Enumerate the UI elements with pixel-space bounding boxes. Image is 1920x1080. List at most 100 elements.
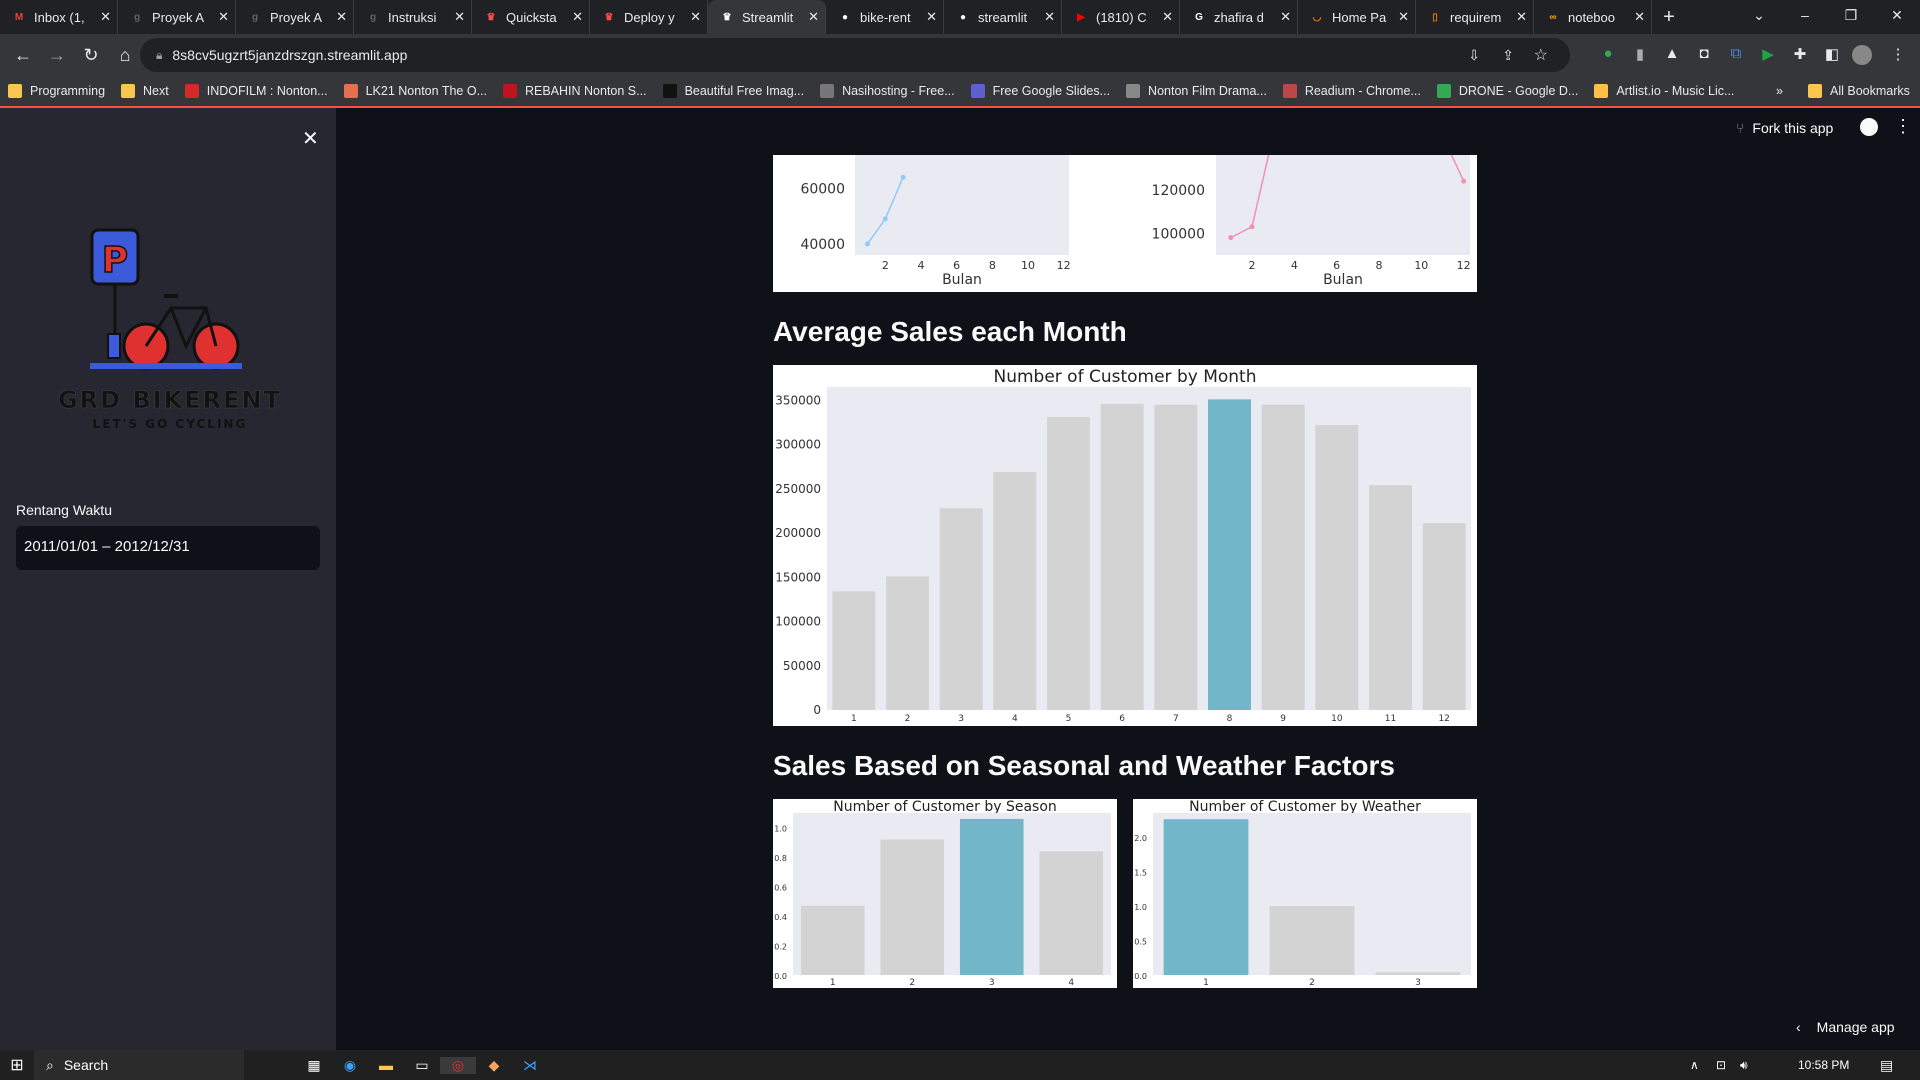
close-tab-icon[interactable]: ✕ (454, 9, 465, 25)
bookmark-item[interactable]: LK21 Nonton The O... (336, 84, 495, 98)
browser-tab[interactable]: ♛ Quicksta ✕ (472, 0, 590, 34)
taskbar-search[interactable]: ⌕ Search (34, 1050, 244, 1080)
bookmark-icon (1126, 84, 1141, 98)
back-icon[interactable]: ← (8, 45, 38, 66)
browser-menu-icon[interactable]: ⋮ (1888, 45, 1908, 65)
extensions-puzzle-icon[interactable]: ✚ (1790, 45, 1810, 65)
browser-tab[interactable]: g Proyek A ✕ (236, 0, 354, 34)
extension-icon[interactable]: ◘ (1694, 45, 1714, 65)
bookmark-item[interactable]: DRONE - Google D... (1429, 84, 1586, 98)
browser-tab-label: Home Pa (1332, 9, 1387, 25)
close-tab-icon[interactable]: ✕ (1280, 9, 1291, 25)
bookmark-item[interactable]: REBAHIN Nonton S... (495, 84, 655, 98)
browser-tab[interactable]: ▯ requirem ✕ (1416, 0, 1534, 34)
browser-tab[interactable]: M Inbox (1, ✕ (0, 0, 118, 34)
bookmark-item[interactable]: INDOFILM : Nonton... (177, 84, 336, 98)
share-icon[interactable]: ⇪ (1502, 47, 1514, 64)
fork-app-button[interactable]: ⑂ Fork this app (1736, 120, 1833, 136)
browser-tab[interactable]: ∞ noteboo ✕ (1534, 0, 1652, 34)
close-tab-icon[interactable]: ✕ (100, 9, 111, 25)
bookmark-item[interactable]: Next (113, 84, 177, 98)
home-icon: ◡ (1312, 11, 1322, 23)
close-tab-icon[interactable]: ✕ (1044, 9, 1055, 25)
close-window-icon[interactable]: ✕ (1874, 0, 1920, 34)
logo-subtitle: LET'S GO CYCLING (93, 417, 248, 431)
browser-tab[interactable]: Gzhafira d ✕ (1180, 0, 1298, 34)
tray-chevron-icon[interactable]: ∧ (1690, 1058, 1699, 1072)
bookmark-star-icon[interactable]: ☆ (1534, 45, 1548, 65)
new-tab-icon[interactable]: + (1652, 6, 1686, 29)
browser-tab[interactable]: g Instruksi ✕ (354, 0, 472, 34)
edge-icon[interactable]: ◉ (332, 1057, 368, 1074)
close-tab-icon[interactable]: ✕ (1162, 9, 1173, 25)
forward-icon[interactable]: → (42, 45, 72, 66)
close-tab-icon[interactable]: ✕ (1634, 9, 1645, 25)
tray-network-icon[interactable]: ⊡ (1716, 1058, 1726, 1072)
task-view-icon[interactable]: ▦ (296, 1057, 332, 1074)
close-tab-icon[interactable]: ✕ (1516, 9, 1527, 25)
data-point (864, 241, 870, 247)
url-field[interactable]: 🔒︎ 8s8cv5ugzrt5janzdrszgn.streamlit.app … (140, 38, 1570, 72)
close-tab-icon[interactable]: ✕ (808, 9, 819, 25)
chrome-icon[interactable]: ◎ (440, 1056, 476, 1074)
x-tick-label: 4 (1012, 714, 1018, 724)
minimize-icon[interactable]: – (1782, 0, 1828, 34)
bookmark-item[interactable]: Free Google Slides... (963, 84, 1118, 98)
manage-app-button[interactable]: ‹ Manage app (1796, 1019, 1895, 1035)
bookmark-icon (121, 84, 136, 98)
avatar[interactable] (1852, 45, 1872, 65)
browser-tab[interactable]: ● bike-rent ✕ (826, 0, 944, 34)
translate-icon[interactable]: ⧉ (1726, 45, 1746, 65)
bookmark-item[interactable]: Nasihosting - Free... (812, 84, 963, 98)
notifications-icon[interactable]: ▤ (1880, 1057, 1893, 1074)
tab-search-icon[interactable]: ⌄ (1736, 0, 1782, 34)
bookmark-item[interactable]: Beautiful Free Imag... (655, 84, 813, 98)
x-tick-label: 12 (1457, 259, 1471, 272)
close-tab-icon[interactable]: ✕ (218, 9, 229, 25)
windows-start-icon[interactable]: ⊞ (0, 1055, 34, 1075)
browser-tab[interactable]: ▶ (1810) C ✕ (1062, 0, 1180, 34)
x-tick-label: 2 (905, 714, 911, 724)
extension-icon[interactable]: ▮ (1630, 45, 1650, 65)
close-tab-icon[interactable]: ✕ (336, 9, 347, 25)
file-explorer-icon[interactable]: ▬ (368, 1057, 404, 1073)
vscode-icon[interactable]: ⋊ (512, 1057, 548, 1074)
install-icon[interactable]: ⇩ (1468, 47, 1480, 64)
all-bookmarks-button[interactable]: All Bookmarks (1800, 84, 1918, 98)
terminal-icon[interactable]: ▭ (404, 1057, 440, 1074)
bookmark-item[interactable]: Readium - Chrome... (1275, 84, 1429, 98)
bookmark-item[interactable]: Artlist.io - Music Lic... (1586, 84, 1742, 98)
bookmark-icon (662, 84, 677, 98)
bookmarks-overflow-button[interactable]: » (1768, 84, 1791, 98)
tray-volume-icon[interactable]: 🔊︎ (1740, 1058, 1748, 1073)
bar (1315, 425, 1359, 710)
browser-tab-label: streamlit (978, 9, 1028, 25)
github-icon[interactable] (1860, 118, 1878, 136)
close-tab-icon[interactable]: ✕ (690, 9, 701, 25)
reload-icon[interactable]: ↻ (76, 45, 106, 66)
browser-tab-label: Proyek A (270, 9, 323, 25)
browser-tab[interactable]: ◡ Home Pa ✕ (1298, 0, 1416, 34)
browser-tab[interactable]: ♛ Deploy y ✕ (590, 0, 708, 34)
home-icon[interactable]: ⌂ (110, 45, 140, 66)
close-tab-icon[interactable]: ✕ (572, 9, 583, 25)
close-tab-icon[interactable]: ✕ (926, 9, 937, 25)
restore-icon[interactable]: ❐ (1828, 0, 1874, 34)
extension-icon[interactable]: ● (1598, 45, 1618, 65)
play-icon[interactable]: ▶ (1758, 45, 1778, 65)
close-tab-icon[interactable]: ✕ (1398, 9, 1409, 25)
browser-tab[interactable]: ♛ Streamlit ✕ (708, 0, 826, 34)
app-menu-icon[interactable]: ⋮ (1894, 116, 1912, 137)
bookmark-item[interactable]: Programming (0, 84, 113, 98)
date-range-input[interactable]: 2011/01/01 – 2012/12/31 (16, 526, 320, 570)
x-tick-label: 7 (1173, 714, 1179, 724)
git-icon[interactable]: ◆ (476, 1057, 512, 1074)
extension-icon[interactable]: ▲ (1662, 45, 1682, 65)
bookmark-label: Next (143, 84, 169, 98)
browser-tab[interactable]: g Proyek A ✕ (118, 0, 236, 34)
side-panel-icon[interactable]: ◧ (1822, 45, 1842, 65)
close-sidebar-icon[interactable]: ✕ (302, 126, 319, 151)
bookmark-item[interactable]: Nonton Film Drama... (1118, 84, 1275, 98)
browser-tab[interactable]: ● streamlit ✕ (944, 0, 1062, 34)
bookmark-icon (820, 84, 835, 98)
